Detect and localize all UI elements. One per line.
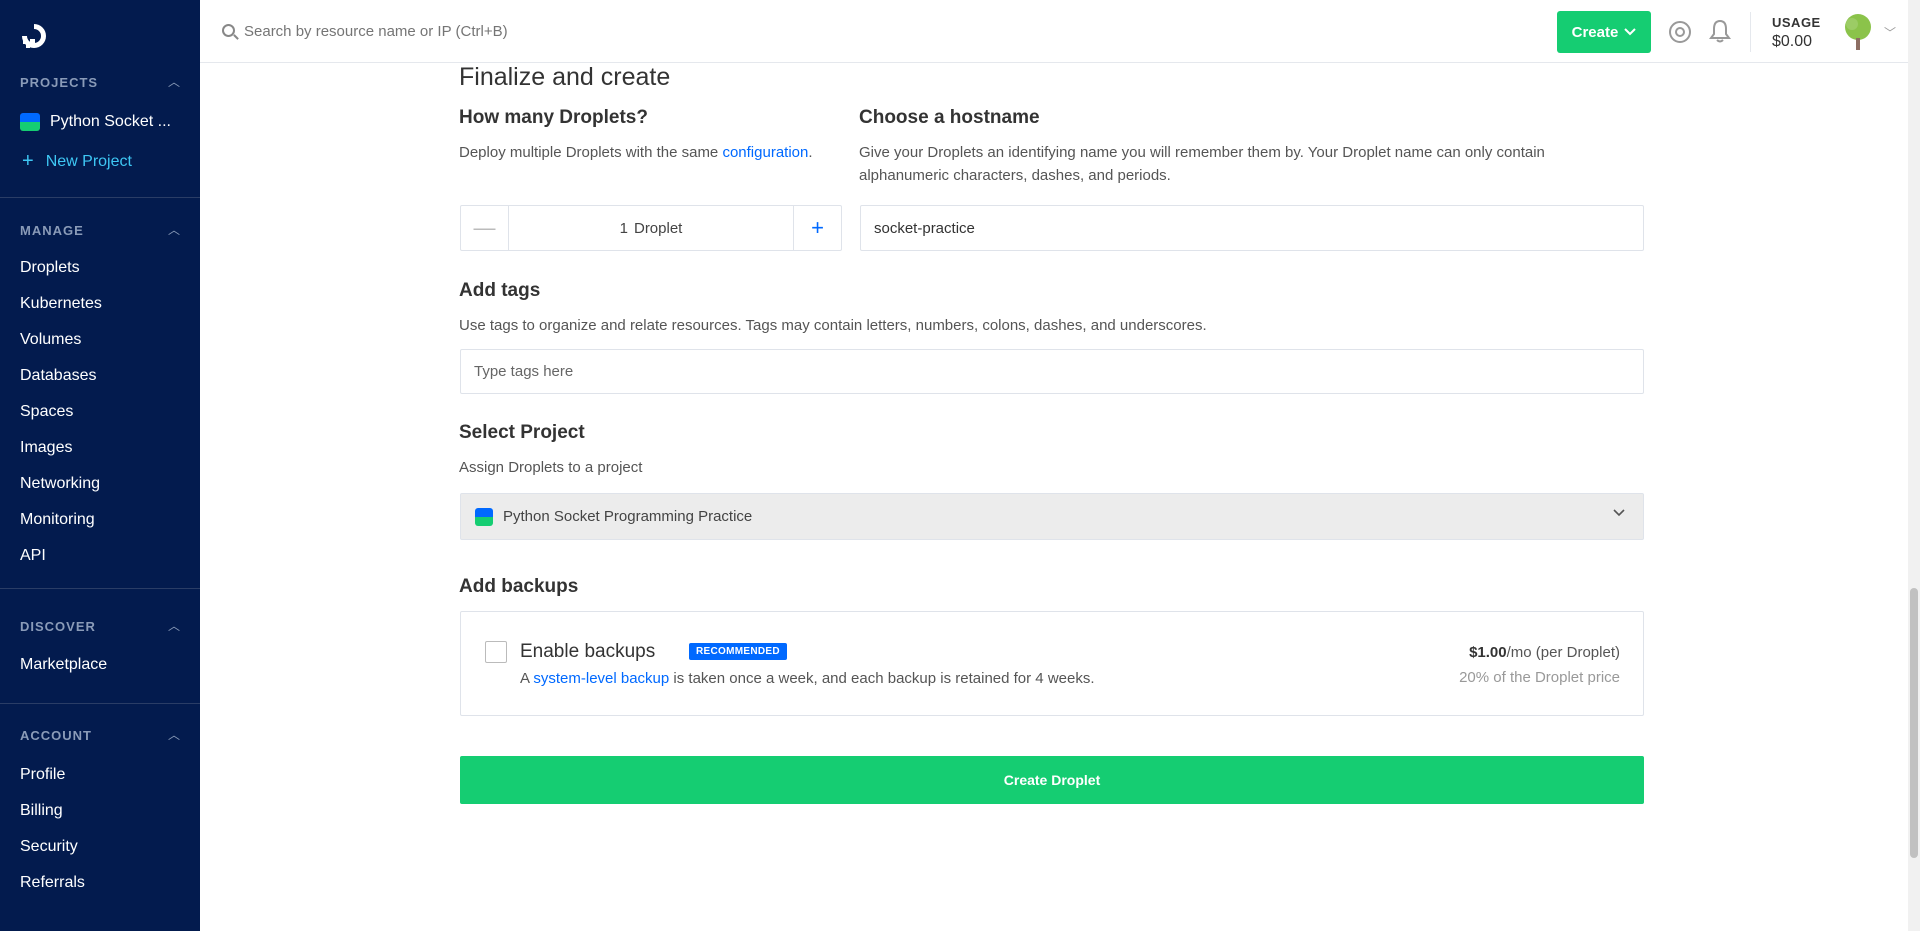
- usage-label: USAGE: [1772, 15, 1821, 30]
- scrollbar-thumb[interactable]: [1910, 588, 1918, 858]
- backups-heading: Add backups: [459, 576, 579, 597]
- desc-text: is taken once a week, and each backup is…: [669, 670, 1095, 687]
- project-select[interactable]: Python Socket Programming Practice: [460, 493, 1644, 540]
- sidebar-item-networking[interactable]: Networking: [20, 475, 100, 493]
- sidebar: PROJECTS ︿ Python Socket ... + New Proje…: [0, 0, 200, 931]
- topbar-divider: [1750, 12, 1751, 52]
- backup-price: $1.00/mo (per Droplet): [1469, 644, 1620, 661]
- project-desc: Assign Droplets to a project: [459, 459, 643, 476]
- chevron-down-icon: [1613, 509, 1625, 517]
- sidebar-divider: [0, 588, 200, 589]
- discover-heading: DISCOVER: [20, 619, 96, 634]
- sidebar-item-droplets[interactable]: Droplets: [20, 259, 80, 277]
- chevron-down-icon[interactable]: ﹀: [1884, 24, 1896, 41]
- plus-icon: +: [22, 150, 34, 172]
- increment-button[interactable]: +: [793, 206, 841, 250]
- chevron-up-icon[interactable]: ︿: [168, 73, 180, 90]
- projects-heading: PROJECTS: [20, 75, 99, 90]
- configuration-link[interactable]: configuration: [722, 144, 808, 161]
- search-input[interactable]: [244, 18, 844, 44]
- project-icon: [20, 113, 40, 131]
- hostname-field[interactable]: [860, 205, 1644, 251]
- backup-price-note: 20% of the Droplet price: [1459, 669, 1620, 686]
- decrement-button[interactable]: —: [461, 206, 509, 250]
- chevron-up-icon[interactable]: ︿: [168, 617, 180, 634]
- create-droplet-button[interactable]: Create Droplet: [460, 756, 1644, 804]
- droplet-count: 1: [619, 219, 628, 237]
- sidebar-item-profile[interactable]: Profile: [20, 766, 65, 784]
- scrollbar[interactable]: [1908, 0, 1920, 931]
- digitalocean-logo-icon[interactable]: [18, 20, 50, 52]
- page-title: Finalize and create: [459, 63, 671, 91]
- chevron-up-icon[interactable]: ︿: [168, 726, 180, 743]
- sidebar-item-api[interactable]: API: [20, 547, 46, 565]
- usage-value: $0.00: [1772, 33, 1813, 50]
- sidebar-project-item[interactable]: Python Socket ...: [20, 113, 171, 131]
- chevron-up-icon[interactable]: ︿: [168, 221, 180, 238]
- backups-desc: A system-level backup is taken once a we…: [520, 670, 1095, 687]
- droplet-count-heading: How many Droplets?: [459, 107, 648, 128]
- search-icon: [222, 24, 235, 37]
- price-amount: $1.00: [1469, 644, 1507, 661]
- avatar[interactable]: [1840, 12, 1876, 52]
- backups-card: Enable backups RECOMMENDED A system-leve…: [460, 611, 1644, 716]
- sidebar-item-billing[interactable]: Billing: [20, 802, 63, 820]
- droplet-quantity-stepper: — 1 Droplet +: [460, 205, 842, 251]
- project-heading: Select Project: [459, 422, 585, 443]
- sidebar-item-databases[interactable]: Databases: [20, 367, 97, 385]
- top-bar: Create USAGE $0.00 ﹀: [200, 0, 1920, 63]
- project-icon: [475, 507, 493, 526]
- help-icon[interactable]: [1669, 21, 1691, 43]
- droplet-count-desc: Deploy multiple Droplets with the same c…: [459, 141, 813, 164]
- system-level-backup-link[interactable]: system-level backup: [533, 670, 669, 687]
- sidebar-item-kubernetes[interactable]: Kubernetes: [20, 295, 102, 313]
- hostname-desc: Give your Droplets an identifying name y…: [859, 144, 1545, 184]
- sidebar-item-spaces[interactable]: Spaces: [20, 403, 73, 421]
- desc-text: .: [808, 144, 813, 161]
- new-project-link[interactable]: + New Project: [22, 150, 132, 173]
- price-suffix: /mo (per Droplet): [1506, 644, 1620, 661]
- sidebar-divider: [0, 703, 200, 704]
- hostname-heading: Choose a hostname: [859, 107, 1040, 128]
- desc-text: A: [520, 670, 534, 687]
- chevron-down-icon: [1624, 28, 1637, 36]
- project-select-value: Python Socket Programming Practice: [503, 508, 753, 525]
- droplet-count-value: 1 Droplet: [509, 206, 793, 250]
- droplet-unit: Droplet: [633, 219, 683, 237]
- sidebar-divider: [0, 197, 200, 198]
- recommended-badge: RECOMMENDED: [689, 643, 787, 660]
- manage-heading: MANAGE: [20, 223, 84, 238]
- desc-text: Deploy multiple Droplets with the same: [459, 144, 723, 161]
- create-button-label: Create: [1571, 23, 1619, 41]
- sidebar-item-referrals[interactable]: Referrals: [20, 874, 85, 892]
- sidebar-item-images[interactable]: Images: [20, 439, 72, 457]
- tags-heading: Add tags: [459, 280, 541, 301]
- sidebar-item-volumes[interactable]: Volumes: [20, 331, 81, 349]
- account-heading: ACCOUNT: [20, 728, 92, 743]
- sidebar-project-label: Python Socket ...: [50, 113, 171, 130]
- new-project-label: New Project: [45, 152, 132, 170]
- sidebar-item-monitoring[interactable]: Monitoring: [20, 511, 95, 529]
- enable-backups-checkbox[interactable]: [485, 641, 507, 663]
- sidebar-item-security[interactable]: Security: [20, 838, 78, 856]
- tags-input[interactable]: [460, 349, 1644, 394]
- sidebar-item-marketplace[interactable]: Marketplace: [20, 656, 107, 674]
- bell-icon[interactable]: [1709, 19, 1731, 43]
- tags-desc: Use tags to organize and relate resource…: [459, 317, 1207, 334]
- create-button[interactable]: Create: [1557, 11, 1651, 53]
- backups-title: Enable backups: [520, 641, 656, 662]
